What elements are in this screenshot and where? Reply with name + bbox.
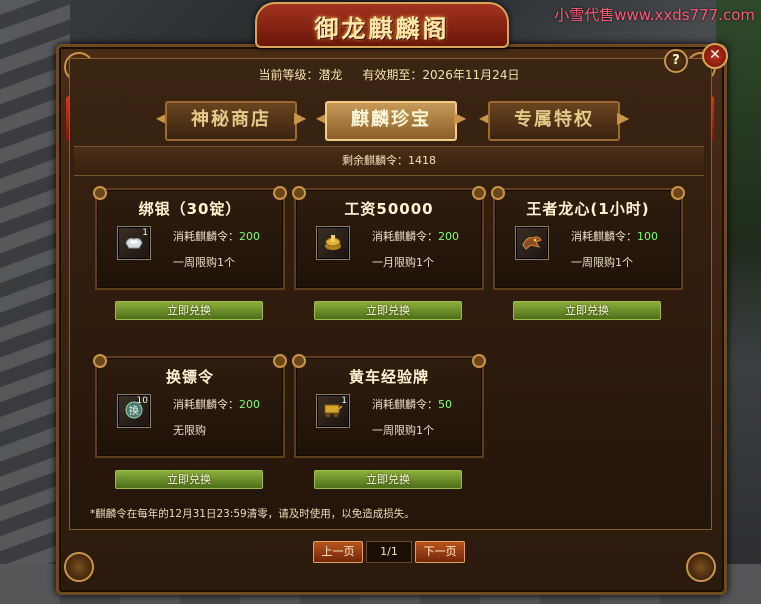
item-limit: 一周限购1个 bbox=[372, 424, 434, 437]
cost-label: 消耗麒麟令： bbox=[173, 398, 239, 411]
gold-coin-icon[interactable] bbox=[316, 226, 350, 260]
watermark: 小雪代售www.xxds777.com bbox=[554, 6, 755, 24]
item-quantity: 1 bbox=[142, 228, 148, 238]
cost-label: 消耗麒麟令： bbox=[372, 398, 438, 411]
reset-notice: *麒麟令在每年的12月31日23:59清零，请及时使用，以免造成损失。 bbox=[90, 508, 415, 520]
item-cost: 消耗麒麟令：50 bbox=[372, 396, 452, 412]
item-cost: 消耗麒麟令：200 bbox=[372, 228, 459, 244]
expiry-label: 有效期至：2026年11月24日 bbox=[362, 68, 520, 82]
cost-label: 消耗麒麟令： bbox=[571, 230, 637, 243]
cost-label: 消耗麒麟令： bbox=[173, 230, 239, 243]
remaining-tokens: 剩余麒麟令：1418 bbox=[74, 146, 704, 176]
cost-value: 100 bbox=[637, 230, 658, 243]
item-card: 黄车经验牌 1 消耗麒麟令：50 一周限购1个 bbox=[292, 354, 486, 458]
item-limit: 一周限购1个 bbox=[571, 256, 633, 269]
prev-page-button[interactable]: 上一页 bbox=[313, 541, 363, 563]
corner-ornament bbox=[686, 552, 716, 582]
dragon-heart-icon[interactable] bbox=[515, 226, 549, 260]
title-plaque: 御龙麒麟阁 bbox=[255, 2, 509, 48]
item-name: 工资50000 bbox=[344, 200, 434, 218]
item-quantity: 1 bbox=[341, 396, 347, 406]
item-card: 绑银（30锭） 1 消耗麒麟令：200 一周限购1个 bbox=[93, 186, 287, 290]
corner-ornament bbox=[64, 552, 94, 582]
help-button[interactable]: ? bbox=[664, 49, 688, 73]
svg-text:換: 換 bbox=[129, 405, 139, 417]
item-cost: 消耗麒麟令：100 bbox=[571, 228, 658, 244]
tab-qilin-treasure[interactable]: 麒麟珍宝 bbox=[325, 101, 457, 141]
item-limit: 一周限购1个 bbox=[173, 256, 235, 269]
item-quantity: 10 bbox=[136, 396, 148, 406]
item-name: 换镖令 bbox=[165, 368, 214, 386]
exchange-button[interactable]: 立即兑换 bbox=[513, 301, 661, 320]
exchange-button[interactable]: 立即兑换 bbox=[314, 470, 462, 489]
cost-value: 200 bbox=[239, 398, 260, 411]
item-name: 王者龙心(1小时) bbox=[526, 200, 650, 218]
close-button[interactable]: ✕ bbox=[702, 43, 728, 69]
tab-arrow-icon: ▶ bbox=[617, 108, 630, 127]
item-name: 黄车经验牌 bbox=[348, 368, 429, 386]
question-icon: ? bbox=[672, 53, 680, 68]
window-title: 御龙麒麟阁 bbox=[314, 14, 450, 43]
page-indicator: 1/1 bbox=[366, 541, 412, 563]
cost-value: 200 bbox=[239, 230, 260, 243]
item-cost: 消耗麒麟令：200 bbox=[173, 228, 260, 244]
item-card: 换镖令 換 10 消耗麒麟令：200 无限购 bbox=[93, 354, 287, 458]
tab-privileges[interactable]: 专属特权 bbox=[488, 101, 620, 141]
tab-arrow-icon: ▶ bbox=[454, 108, 467, 127]
exchange-button[interactable]: 立即兑换 bbox=[115, 301, 263, 320]
next-page-button[interactable]: 下一页 bbox=[415, 541, 465, 563]
tab-mystery-shop[interactable]: 神秘商店 bbox=[165, 101, 297, 141]
level-label: 当前等级：潜龙 bbox=[258, 68, 343, 82]
cost-value: 50 bbox=[438, 398, 452, 411]
item-card: 王者龙心(1小时) 消耗麒麟令：100 一周限购1个 bbox=[491, 186, 685, 290]
item-cost: 消耗麒麟令：200 bbox=[173, 396, 260, 412]
item-card: 工资50000 消耗麒麟令：200 一月限购1个 bbox=[292, 186, 486, 290]
close-icon: ✕ bbox=[709, 47, 721, 63]
cost-value: 200 bbox=[438, 230, 459, 243]
item-limit: 无限购 bbox=[173, 424, 206, 437]
tab-arrow-icon: ▶ bbox=[294, 108, 307, 127]
escort-token-icon[interactable]: 換 10 bbox=[117, 394, 151, 428]
exchange-button[interactable]: 立即兑换 bbox=[314, 301, 462, 320]
item-limit: 一月限购1个 bbox=[372, 256, 434, 269]
silver-ingot-icon[interactable]: 1 bbox=[117, 226, 151, 260]
level-bar: 当前等级：潜龙 有效期至：2026年11月24日 bbox=[76, 63, 702, 87]
yellow-cart-icon[interactable]: 1 bbox=[316, 394, 350, 428]
exchange-button[interactable]: 立即兑换 bbox=[115, 470, 263, 489]
item-name: 绑银（30锭） bbox=[138, 200, 242, 218]
cost-label: 消耗麒麟令： bbox=[372, 230, 438, 243]
